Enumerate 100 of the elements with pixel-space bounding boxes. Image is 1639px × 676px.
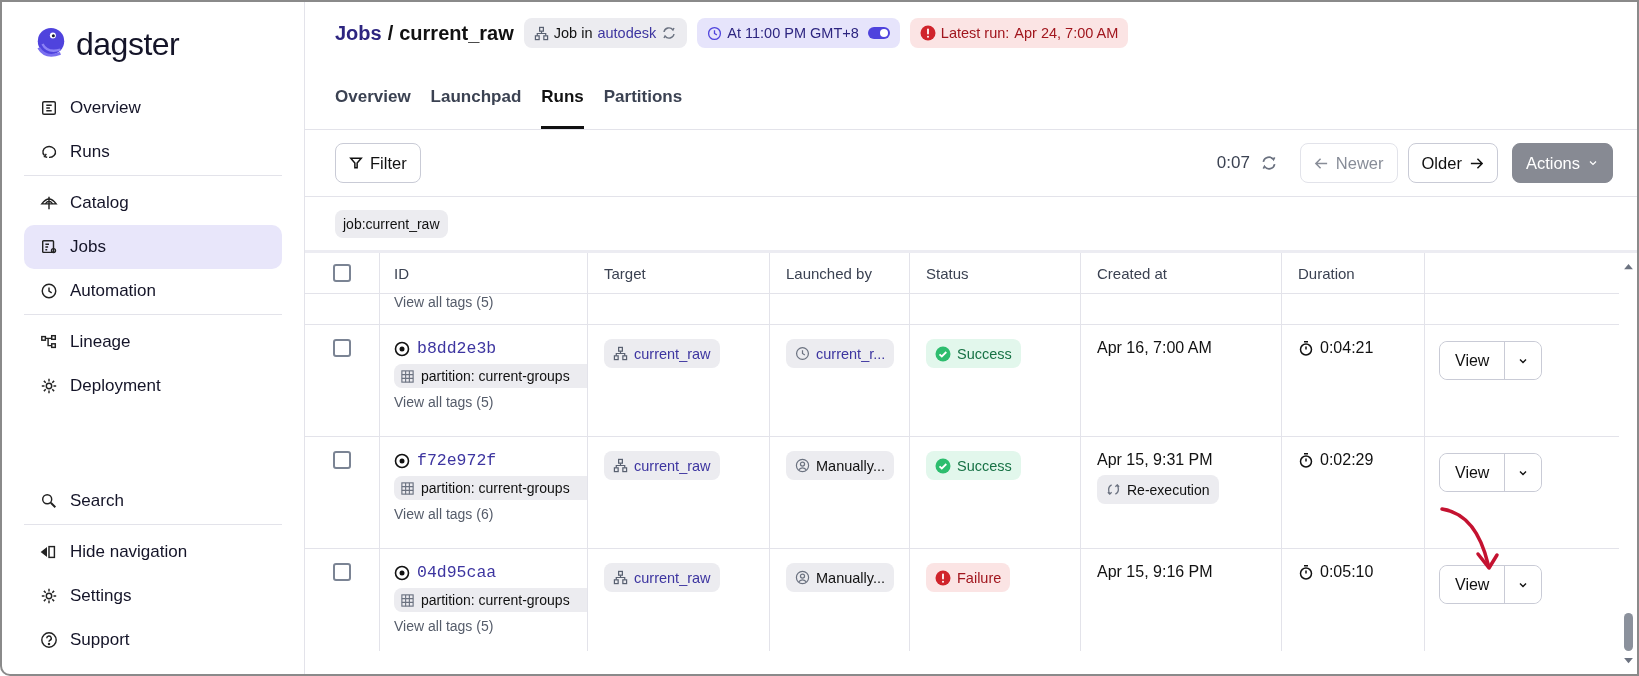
launched-by-tag[interactable]: current_r... <box>786 339 895 368</box>
status-tag: Failure <box>926 563 1011 592</box>
partition-tag[interactable]: partition: current-groups <box>394 476 587 500</box>
brand-name: dagster <box>76 25 180 63</box>
user-icon <box>795 570 810 585</box>
target-tag[interactable]: current_raw <box>604 563 720 592</box>
view-all-tags-link[interactable]: View all tags (6) <box>394 506 494 522</box>
scrollbar-thumb[interactable] <box>1623 613 1633 651</box>
status-tag: Success <box>926 339 1021 368</box>
column-header: Target <box>604 264 646 282</box>
hierarchy-icon <box>613 570 628 585</box>
hide-navigation-icon <box>40 543 58 561</box>
view-button[interactable]: View <box>1440 454 1506 491</box>
column-header: Created at <box>1097 264 1168 282</box>
clock-icon <box>40 282 58 300</box>
clock-icon <box>707 25 723 41</box>
refresh-timer: 0:07 <box>1216 153 1250 173</box>
nav-item[interactable]: Catalog <box>24 181 282 225</box>
run-id-link[interactable]: b8dd2e3b <box>417 339 497 358</box>
reload-icon[interactable] <box>661 25 678 41</box>
column-header: ID <box>394 264 409 282</box>
column-header: Status <box>926 264 969 282</box>
latest-run-label: Latest run: <box>940 25 1010 41</box>
created-time: Apr 16, 7:00 AM <box>1097 339 1212 357</box>
schedule-toggle[interactable] <box>867 27 890 39</box>
filter-tag[interactable]: job:current_raw <box>335 209 448 238</box>
grid-icon <box>400 480 415 496</box>
schedule-text: At 11:00 PM GMT+8 <box>727 25 859 41</box>
view-button[interactable]: View <box>1440 566 1506 603</box>
partition-tag[interactable]: partition: current-groups <box>394 364 587 388</box>
scroll-down-icon[interactable] <box>1622 657 1634 664</box>
launched-by-tag[interactable]: Manually... <box>786 451 895 480</box>
row-checkbox[interactable] <box>333 563 351 581</box>
target-tag[interactable]: current_raw <box>604 451 720 480</box>
filter-button[interactable]: Filter <box>335 143 421 183</box>
latest-run-badge[interactable]: Latest run: Apr 24, 7:00 AM <box>909 18 1129 48</box>
help-icon <box>40 631 58 649</box>
partition-tag[interactable]: partition: current-groups <box>394 588 587 612</box>
run-id-link[interactable]: f72e972f <box>417 451 497 470</box>
breadcrumb-link[interactable]: Jobs <box>335 21 382 45</box>
umbrella-icon <box>40 194 58 212</box>
location-link[interactable]: autodesk <box>597 25 657 41</box>
nav-item[interactable]: Runs <box>24 130 282 174</box>
success-icon <box>935 345 951 362</box>
hierarchy-icon <box>533 25 549 41</box>
nav-item[interactable]: Search <box>24 479 282 523</box>
column-header: Duration <box>1298 264 1355 282</box>
tab[interactable]: Runs <box>541 64 584 129</box>
hierarchy-icon <box>613 346 628 361</box>
grid-icon <box>400 368 415 384</box>
row-checkbox[interactable] <box>333 339 351 357</box>
stopwatch-icon <box>1298 452 1314 468</box>
duration: 0:02:29 <box>1320 451 1374 469</box>
duration: 0:04:21 <box>1320 339 1374 357</box>
created-time: Apr 15, 9:16 PM <box>1097 563 1213 581</box>
nav-item[interactable]: Support <box>24 618 282 662</box>
grid-icon <box>400 592 415 608</box>
view-all-tags-link[interactable]: View all tags (5) <box>394 294 494 310</box>
status-tag: Success <box>926 451 1021 480</box>
overview-icon <box>40 99 58 117</box>
scroll-up-icon[interactable] <box>1622 263 1634 270</box>
nav-item[interactable]: Jobs <box>24 225 282 269</box>
hierarchy-icon <box>613 458 628 473</box>
nav-item[interactable]: Hide navigation <box>24 530 282 574</box>
runs-icon <box>40 143 58 161</box>
re-execution-tag: Re-execution <box>1097 475 1219 504</box>
duration: 0:05:10 <box>1320 563 1374 581</box>
search-icon <box>40 492 58 510</box>
view-button[interactable]: View <box>1440 342 1506 379</box>
view-all-tags-link[interactable]: View all tags (5) <box>394 394 494 410</box>
schedule-badge[interactable]: At 11:00 PM GMT+8 <box>697 18 900 48</box>
clock-icon <box>795 346 810 361</box>
error-icon <box>919 25 936 41</box>
run-icon <box>394 340 410 357</box>
launched-by-tag[interactable]: Manually... <box>786 563 895 592</box>
select-all-checkbox[interactable] <box>333 264 351 282</box>
run-id-link[interactable]: 04d95caa <box>417 563 497 582</box>
tab[interactable]: Overview <box>335 64 411 129</box>
nav-item[interactable]: Automation <box>24 269 282 313</box>
success-icon <box>935 457 951 474</box>
re-execution-icon <box>1106 482 1121 497</box>
target-tag[interactable]: current_raw <box>604 339 720 368</box>
older-button[interactable]: Older <box>1407 143 1498 183</box>
nav-item[interactable]: Lineage <box>24 320 282 364</box>
view-all-tags-link[interactable]: View all tags (5) <box>394 618 494 634</box>
user-icon <box>795 458 810 473</box>
breadcrumb-separator: / <box>387 21 394 45</box>
stopwatch-icon <box>1298 340 1314 356</box>
filter-icon <box>349 156 363 170</box>
tab[interactable]: Partitions <box>603 64 683 129</box>
run-icon <box>394 564 410 581</box>
page-title: current_raw <box>399 21 514 45</box>
nav-item[interactable]: Settings <box>24 574 282 618</box>
error-icon <box>935 569 951 586</box>
nav-item[interactable]: Deployment <box>24 364 282 408</box>
row-checkbox[interactable] <box>333 451 351 469</box>
created-time: Apr 15, 9:31 PM <box>1097 451 1213 469</box>
tab[interactable]: Launchpad <box>430 64 522 129</box>
nav-item[interactable]: Overview <box>24 86 282 130</box>
job-location-text: Job in <box>553 25 593 41</box>
